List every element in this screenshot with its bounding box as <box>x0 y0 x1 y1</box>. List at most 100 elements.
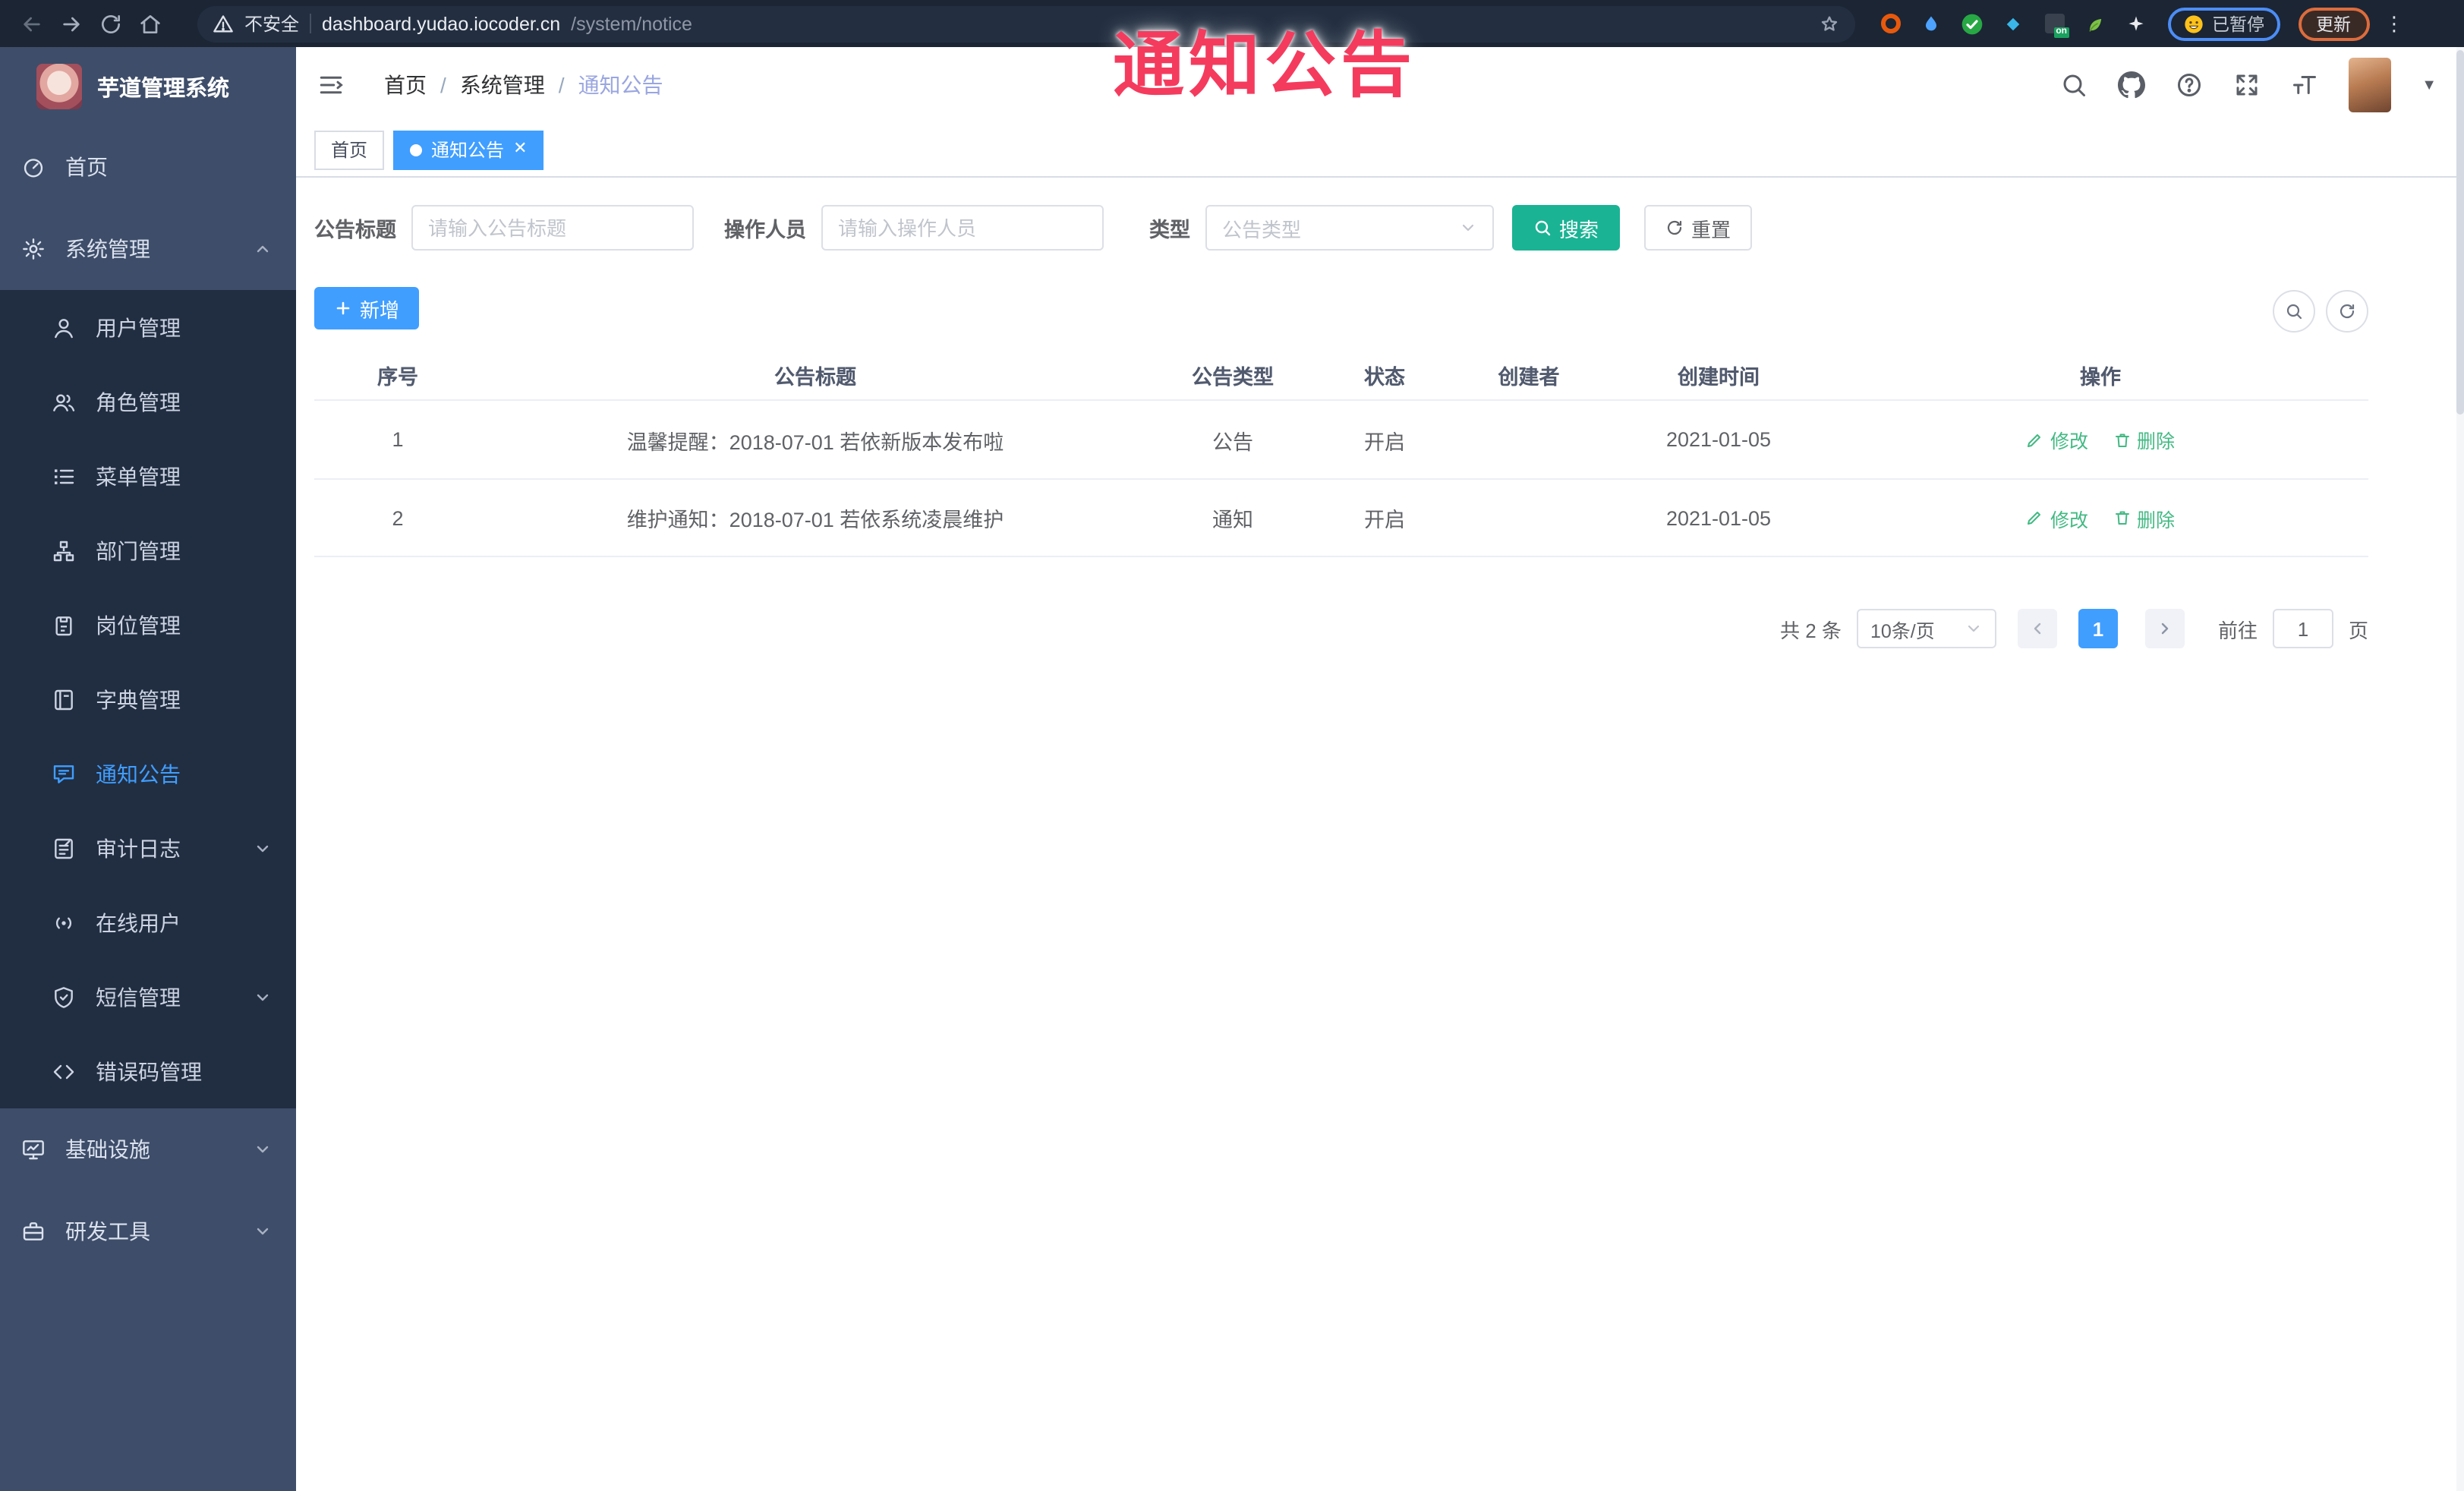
breadcrumb-separator: / <box>558 73 565 97</box>
add-button[interactable]: 新增 <box>314 287 420 329</box>
tab-notice[interactable]: 通知公告 ✕ <box>393 130 544 169</box>
refresh-table-button[interactable] <box>2326 290 2368 333</box>
monitor-icon <box>23 1140 44 1160</box>
sidebar-item-sms-mgmt[interactable]: 短信管理 <box>0 960 296 1034</box>
sidebar: 芋道管理系统 首页 系统管理 用户管理 角色管理 菜单管理 部门管理 岗位管理 … <box>0 47 296 1491</box>
tab-home[interactable]: 首页 <box>314 130 385 169</box>
browser-forward-icon[interactable] <box>55 7 88 40</box>
scrollbar[interactable] <box>2456 47 2464 1491</box>
goto-page-input[interactable] <box>2272 609 2333 648</box>
sidebar-item-label: 字典管理 <box>96 687 181 711</box>
header-actions: ▼ <box>2060 58 2437 112</box>
address-bar[interactable]: 不安全 dashboard.yudao.iocoder.cn/system/no… <box>197 5 1855 42</box>
search-button[interactable]: 搜索 <box>1512 205 1621 251</box>
toggle-search-button[interactable] <box>2273 290 2315 333</box>
sidebar-item-label: 错误码管理 <box>96 1059 202 1083</box>
browser-reload-icon[interactable] <box>94 7 128 40</box>
page-size-select[interactable]: 10条/页 <box>1856 609 1996 648</box>
col-actions: 操作 <box>2080 366 2121 389</box>
fullscreen-icon[interactable] <box>2233 71 2261 99</box>
notice-table: 序号 公告标题 公告类型 状态 创建者 创建时间 操作 1 温馨提醒：2018-… <box>314 351 2368 557</box>
collapse-sidebar-icon[interactable] <box>317 71 345 99</box>
breadcrumb-system[interactable]: 系统管理 <box>460 70 545 100</box>
font-size-icon[interactable] <box>2291 71 2318 99</box>
extension-on-badge-icon[interactable]: on <box>2040 10 2069 38</box>
browser-home-icon[interactable] <box>134 7 167 40</box>
sidebar-item-label: 角色管理 <box>96 389 181 414</box>
sidebar-item-label: 研发工具 <box>65 1219 150 1244</box>
sidebar-item-notice[interactable]: 通知公告 <box>0 736 296 811</box>
edit-icon <box>2028 433 2041 446</box>
sidebar-item-menu-mgmt[interactable]: 菜单管理 <box>0 439 296 513</box>
help-icon[interactable] <box>2176 71 2203 99</box>
extension-ring-icon[interactable] <box>1876 10 1904 37</box>
annotation-overlay-text: 通知公告 <box>1113 24 1416 105</box>
notice-title-label: 公告标题 <box>314 219 396 241</box>
notice-title-input[interactable] <box>411 205 694 251</box>
dashboard-icon <box>24 159 43 178</box>
sidebar-item-role-mgmt[interactable]: 角色管理 <box>0 364 296 439</box>
sidebar-item-infra[interactable]: 基础设施 <box>0 1108 296 1190</box>
sidebar-item-online-users[interactable]: 在线用户 <box>0 885 296 960</box>
type-select[interactable]: 公告类型 <box>1205 205 1494 251</box>
col-title: 公告标题 <box>774 366 856 389</box>
operator-input[interactable] <box>821 205 1104 251</box>
sidebar-item-dept-mgmt[interactable]: 部门管理 <box>0 513 296 588</box>
sidebar-item-audit-log[interactable]: 审计日志 <box>0 811 296 885</box>
search-icon[interactable] <box>2060 71 2087 99</box>
cell-seq: 2 <box>392 506 404 529</box>
prev-page-button[interactable] <box>2017 609 2057 648</box>
github-icon[interactable] <box>2118 71 2146 99</box>
sidebar-item-user-mgmt[interactable]: 用户管理 <box>0 290 296 364</box>
shield-icon <box>55 986 73 1007</box>
close-tab-icon[interactable]: ✕ <box>513 140 527 158</box>
extensions-row: on <box>1876 10 2150 38</box>
tab-label: 通知公告 <box>431 140 505 161</box>
browser-back-icon[interactable] <box>15 7 49 40</box>
sidebar-item-error-code[interactable]: 错误码管理 <box>0 1034 296 1108</box>
sidebar-submenu-system: 用户管理 角色管理 菜单管理 部门管理 岗位管理 字典管理 通知公告 审计日志 … <box>0 290 296 1108</box>
extension-leaf-icon[interactable] <box>2081 10 2109 37</box>
browser-update-button[interactable]: 更新 <box>2298 7 2369 40</box>
avatar[interactable] <box>2349 58 2392 112</box>
book-icon <box>55 689 73 710</box>
breadcrumb-home[interactable]: 首页 <box>384 70 427 100</box>
plus-icon <box>336 301 350 315</box>
current-page-button[interactable]: 1 <box>2078 609 2118 648</box>
sidebar-item-dict-mgmt[interactable]: 字典管理 <box>0 662 296 736</box>
app-logo-row[interactable]: 芋道管理系统 <box>0 47 296 126</box>
bookmark-star-icon[interactable] <box>1819 13 1840 34</box>
sidebar-item-system[interactable]: 系统管理 <box>0 208 296 290</box>
edit-link[interactable]: 修改 <box>2026 425 2088 454</box>
sidebar-item-home[interactable]: 首页 <box>0 126 296 208</box>
page-size-value: 10条/页 <box>1870 620 1935 641</box>
operator-label: 操作人员 <box>724 219 806 241</box>
sidebar-item-post-mgmt[interactable]: 岗位管理 <box>0 588 296 662</box>
screen: 不安全 dashboard.yudao.iocoder.cn/system/no… <box>0 0 2464 1491</box>
extension-drop-icon[interactable] <box>1917 10 1945 37</box>
trash-icon <box>2115 511 2128 525</box>
browser-menu-icon[interactable]: ⋮ <box>2384 11 2404 36</box>
tab-label: 首页 <box>331 140 368 161</box>
sidebar-item-label: 通知公告 <box>96 761 181 786</box>
extension-check-icon[interactable] <box>1958 10 1986 37</box>
goto-label: 前往 <box>2217 619 2258 641</box>
row-actions: 修改 删除 <box>1832 503 2368 532</box>
col-seq: 序号 <box>377 366 418 389</box>
extension-gem-icon[interactable] <box>1999 10 2027 37</box>
sidebar-item-dev-tools[interactable]: 研发工具 <box>0 1190 296 1272</box>
reset-button[interactable]: 重置 <box>1644 205 1753 251</box>
code-icon <box>53 1064 74 1079</box>
url-host: dashboard.yudao.iocoder.cn <box>322 13 561 34</box>
caret-down-icon[interactable]: ▼ <box>2421 77 2437 93</box>
scrollbar-thumb[interactable] <box>2456 50 2464 415</box>
next-page-button[interactable] <box>2144 609 2185 648</box>
extension-sparkle-icon[interactable] <box>2122 10 2150 37</box>
profile-paused-chip[interactable]: 已暂停 <box>2168 7 2280 40</box>
cell-title: 维护通知：2018-07-01 若依系统凌晨维护 <box>626 509 1004 531</box>
edit-link[interactable]: 修改 <box>2026 503 2088 532</box>
delete-link[interactable]: 删除 <box>2113 425 2175 454</box>
cell-status: 开启 <box>1364 509 1405 531</box>
delete-link[interactable]: 删除 <box>2113 503 2175 532</box>
chevron-down-icon <box>1462 224 1474 232</box>
